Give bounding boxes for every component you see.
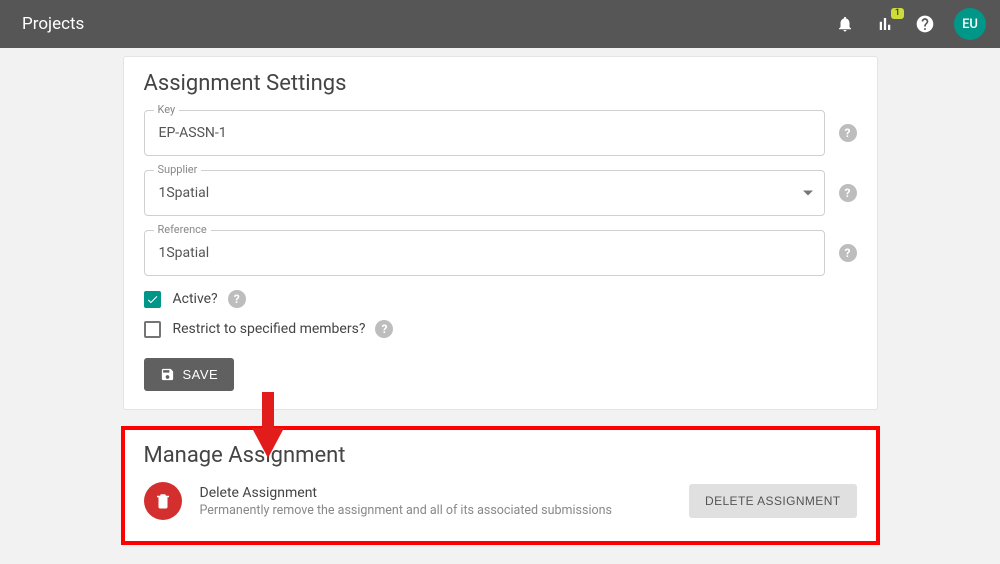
key-field: Key <box>144 110 825 156</box>
delete-row: Delete Assignment Permanently remove the… <box>144 482 857 520</box>
badge-count: 1 <box>891 8 904 19</box>
page-title: Projects <box>22 14 834 34</box>
help-icon[interactable]: ? <box>375 320 393 338</box>
supplier-field-row: Supplier ? <box>144 170 857 216</box>
help-icon[interactable]: ? <box>839 184 857 202</box>
trash-icon <box>144 482 182 520</box>
help-icon[interactable]: ? <box>228 290 246 308</box>
supplier-field: Supplier <box>144 170 825 216</box>
restrict-checkbox-row: Restrict to specified members? ? <box>144 320 857 338</box>
help-icon[interactable] <box>914 13 936 35</box>
key-label: Key <box>154 103 180 116</box>
avatar[interactable]: EU <box>954 8 986 40</box>
analytics-icon[interactable]: 1 <box>874 13 896 35</box>
save-button[interactable]: SAVE <box>144 358 235 391</box>
delete-assignment-button[interactable]: DELETE ASSIGNMENT <box>689 484 857 518</box>
reference-label: Reference <box>154 223 211 236</box>
delete-title: Delete Assignment <box>200 485 690 501</box>
reference-input[interactable] <box>144 230 825 276</box>
reference-field: Reference <box>144 230 825 276</box>
help-icon[interactable]: ? <box>839 244 857 262</box>
page-body: Assignment Settings Key ? Supplier ? Ref… <box>0 48 1000 543</box>
assignment-settings-card: Assignment Settings Key ? Supplier ? Ref… <box>123 56 878 410</box>
restrict-label: Restrict to specified members? <box>173 321 366 337</box>
header-actions: 1 EU <box>834 8 986 40</box>
card-title-manage: Manage Assignment <box>144 443 857 468</box>
supplier-select[interactable] <box>144 170 825 216</box>
active-checkbox-row: Active? ? <box>144 290 857 308</box>
help-icon[interactable]: ? <box>839 124 857 142</box>
save-icon <box>160 367 175 382</box>
manage-assignment-card: Manage Assignment Delete Assignment Perm… <box>123 428 878 543</box>
key-field-row: Key ? <box>144 110 857 156</box>
supplier-label: Supplier <box>154 163 202 176</box>
app-header: Projects 1 EU <box>0 0 1000 48</box>
active-checkbox[interactable] <box>144 291 161 308</box>
reference-field-row: Reference ? <box>144 230 857 276</box>
restrict-checkbox[interactable] <box>144 321 161 338</box>
card-title-settings: Assignment Settings <box>144 71 857 96</box>
key-input[interactable] <box>144 110 825 156</box>
save-button-label: SAVE <box>183 367 219 382</box>
delete-text-block: Delete Assignment Permanently remove the… <box>200 485 690 518</box>
manage-highlight-wrap: Manage Assignment Delete Assignment Perm… <box>123 428 878 543</box>
delete-description: Permanently remove the assignment and al… <box>200 503 690 518</box>
notifications-icon[interactable] <box>834 13 856 35</box>
active-label: Active? <box>173 291 218 307</box>
